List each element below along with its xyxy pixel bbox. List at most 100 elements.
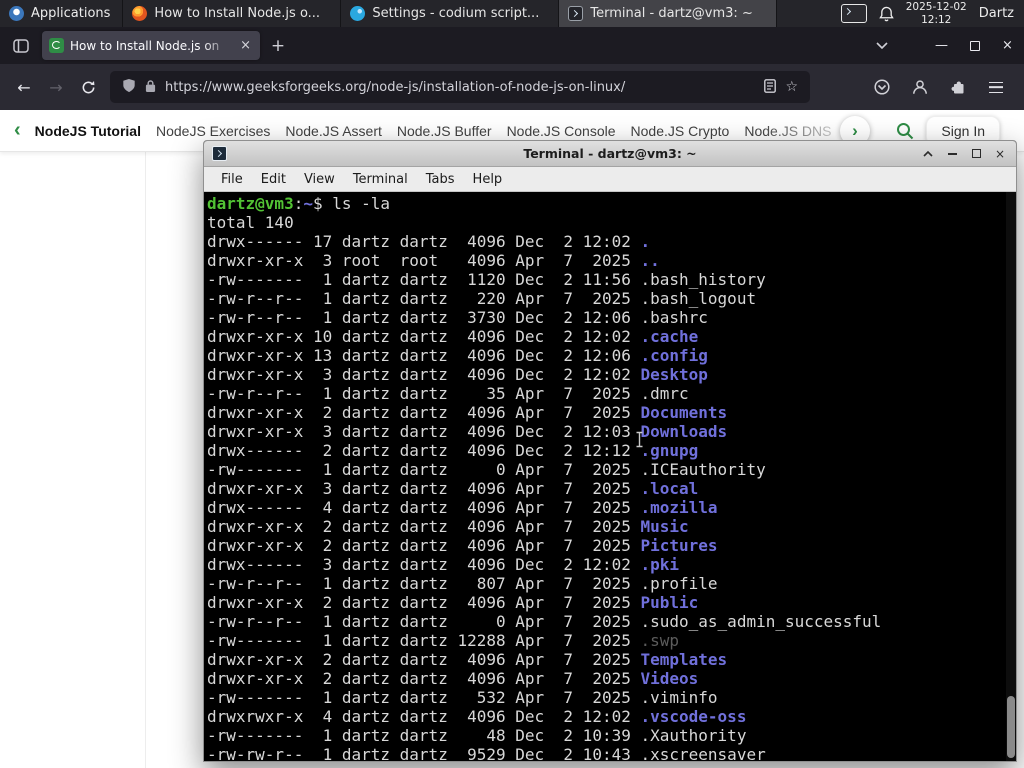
terminal-shade-button[interactable] [920,146,936,162]
reload-button[interactable] [72,72,104,102]
clock-time: 12:12 [921,13,952,26]
site-nav-item[interactable]: Node.JS Assert [285,123,382,139]
terminal-window-icon[interactable] [212,146,227,161]
window-close-button[interactable]: × [991,27,1024,64]
firefox-view-button[interactable] [8,33,34,59]
terminal-line: drwxrwxr-x 4 dartz dartz 4096 Dec 2 12:0… [207,707,1016,726]
extensions-icon[interactable] [944,73,972,101]
list-tabs-button[interactable] [869,33,895,59]
site-nav-item[interactable]: Node.JS Buffer [397,123,492,139]
tab-title: How to Install Node.js on [70,38,220,53]
window-maximize-button[interactable] [958,27,991,64]
tab-close-icon[interactable]: × [238,38,253,53]
file-meta: drwx------ 17 dartz dartz 4096 Dec 2 12:… [207,232,641,251]
site-nav-item[interactable]: NodeJS Tutorial [35,123,141,139]
file-meta: -rw------- 1 dartz dartz 1120 Dec 2 11:5… [207,270,641,289]
terminal-scrollbar[interactable] [1006,192,1016,761]
browser-window-controls: — × [925,27,1024,64]
file-name: .bash_history [640,270,766,289]
terminal-line: -rw-r--r-- 1 dartz dartz 0 Apr 7 2025 .s… [207,612,1016,631]
file-meta: -rw-r--r-- 1 dartz dartz 807 Apr 7 2025 [207,574,641,593]
file-name: .local [640,479,699,498]
applications-label: Applications [31,6,111,21]
terminal-minimize-button[interactable] [944,146,960,162]
firefox-icon [132,6,148,21]
site-nav-item[interactable]: Node.JS Console [507,123,616,139]
url-text: https://www.geeksforgeeks.org/node-js/in… [165,79,626,95]
site-nav-items: NodeJS Tutorial NodeJS Exercises Node.JS A… [35,123,860,139]
file-name: . [640,232,651,251]
file-name: .cache [640,327,699,346]
file-name: .ICEauthority [640,460,766,479]
terminal-line: drwxr-xr-x 10 dartz dartz 4096 Dec 2 12:… [207,327,1016,346]
file-meta: drwxr-xr-x 2 dartz dartz 4096 Apr 7 2025 [207,669,641,688]
forward-button[interactable]: → [40,72,72,102]
terminal-line: -rw------- 1 dartz dartz 0 Apr 7 2025 .I… [207,460,1016,479]
tray-terminal-icon[interactable] [840,4,867,23]
terminal-output[interactable]: dartz@vm3:~$ ls -la total 140 drwx------… [204,192,1016,761]
file-name: Videos [640,669,699,688]
file-name: .sudo_as_admin_successful [640,612,882,631]
terminal-menu-item[interactable]: Tabs [417,172,464,187]
back-button[interactable]: ← [8,72,40,102]
site-nav-item[interactable]: Node.JS Crypto [631,123,730,139]
reader-view-icon[interactable] [764,78,777,97]
hamburger-icon [989,81,1003,93]
scrollbar-thumb[interactable] [1007,696,1015,758]
file-name: .pki [640,555,680,574]
panel-window-button[interactable]: Settings - codium script... [341,0,560,27]
terminal-maximize-button[interactable] [968,146,984,162]
terminal-line: -rw-r--r-- 1 dartz dartz 220 Apr 7 2025 … [207,289,1016,308]
notification-bell-icon[interactable] [878,6,894,22]
terminal-line: -rw-r--r-- 1 dartz dartz 35 Apr 7 2025 .… [207,384,1016,403]
terminal-menu-item[interactable]: Terminal [344,172,417,187]
site-nav-item[interactable]: Node.JS DNS [744,123,831,139]
file-name: .bashrc [640,308,708,327]
terminal-menu-item[interactable]: Edit [252,172,295,187]
file-name: .viminfo [640,688,718,707]
file-meta: -rw------- 1 dartz dartz 12288 Apr 7 202… [207,631,641,650]
terminal-line: drwxr-xr-x 3 dartz dartz 4096 Dec 2 12:0… [207,365,1016,384]
new-tab-button[interactable]: + [265,33,291,59]
terminal-menu-item[interactable]: View [295,172,344,187]
terminal-line: -rw-r--r-- 1 dartz dartz 3730 Dec 2 12:0… [207,308,1016,327]
terminal-titlebar[interactable]: Terminal - dartz@vm3: ~ × [204,141,1016,167]
terminal-menu-item[interactable]: Help [464,172,512,187]
menu-icon[interactable] [982,73,1010,101]
site-nav-item[interactable]: NodeJS Exercises [156,123,270,139]
bookmark-star-icon[interactable]: ☆ [785,79,798,95]
file-meta: drwx------ 3 dartz dartz 4096 Dec 2 12:0… [207,555,641,574]
file-meta: -rw-r--r-- 1 dartz dartz 220 Apr 7 2025 [207,289,641,308]
browser-tab[interactable]: How to Install Node.js on × [42,31,260,60]
applications-menu-button[interactable]: Applications [0,0,124,27]
file-meta: -rw-r--r-- 1 dartz dartz 0 Apr 7 2025 [207,612,641,631]
panel-window-button[interactable]: How to Install Node.js o... [123,0,342,27]
account-icon[interactable] [906,73,934,101]
sidebar-divider [145,152,146,768]
tracking-shield-icon[interactable] [122,78,136,97]
window-minimize-button[interactable]: — [925,27,958,64]
codium-icon [350,6,366,21]
terminal-window: Terminal - dartz@vm3: ~ × File Edit View Te… [203,140,1017,762]
panel-clock[interactable]: 2025-12-02 12:12 [906,1,967,26]
file-name: .mozilla [640,498,718,517]
file-name: .dmrc [640,384,689,403]
terminal-line: drwxr-xr-x 13 dartz dartz 4096 Dec 2 12:… [207,346,1016,365]
nav-prev-icon[interactable]: ‹ [14,119,21,142]
url-bar[interactable]: https://www.geeksforgeeks.org/node-js/in… [110,71,810,103]
pocket-icon[interactable] [868,73,896,101]
prompt-command: ls -la [332,194,391,213]
terminal-menu-item[interactable]: File [212,172,252,187]
terminal-close-button[interactable]: × [992,146,1008,162]
terminal-line: drwx------ 2 dartz dartz 4096 Dec 2 12:1… [207,441,1016,460]
panel-window-buttons: How to Install Node.js o... Settings - co… [123,0,824,27]
terminal-line: drwxr-xr-x 3 dartz dartz 4096 Dec 2 12:0… [207,422,1016,441]
file-name: Desktop [640,365,708,384]
terminal-line: drwxr-xr-x 3 root root 4096 Apr 7 2025 .… [207,251,1016,270]
file-name: Templates [640,650,728,669]
file-meta: drwxr-xr-x 3 dartz dartz 4096 Apr 7 2025 [207,479,641,498]
file-meta: -rw------- 1 dartz dartz 0 Apr 7 2025 [207,460,641,479]
panel-window-button[interactable]: Terminal - dartz@vm3: ~ [559,0,778,27]
terminal-line: -rw------- 1 dartz dartz 12288 Apr 7 202… [207,631,1016,650]
search-icon[interactable] [896,122,914,140]
